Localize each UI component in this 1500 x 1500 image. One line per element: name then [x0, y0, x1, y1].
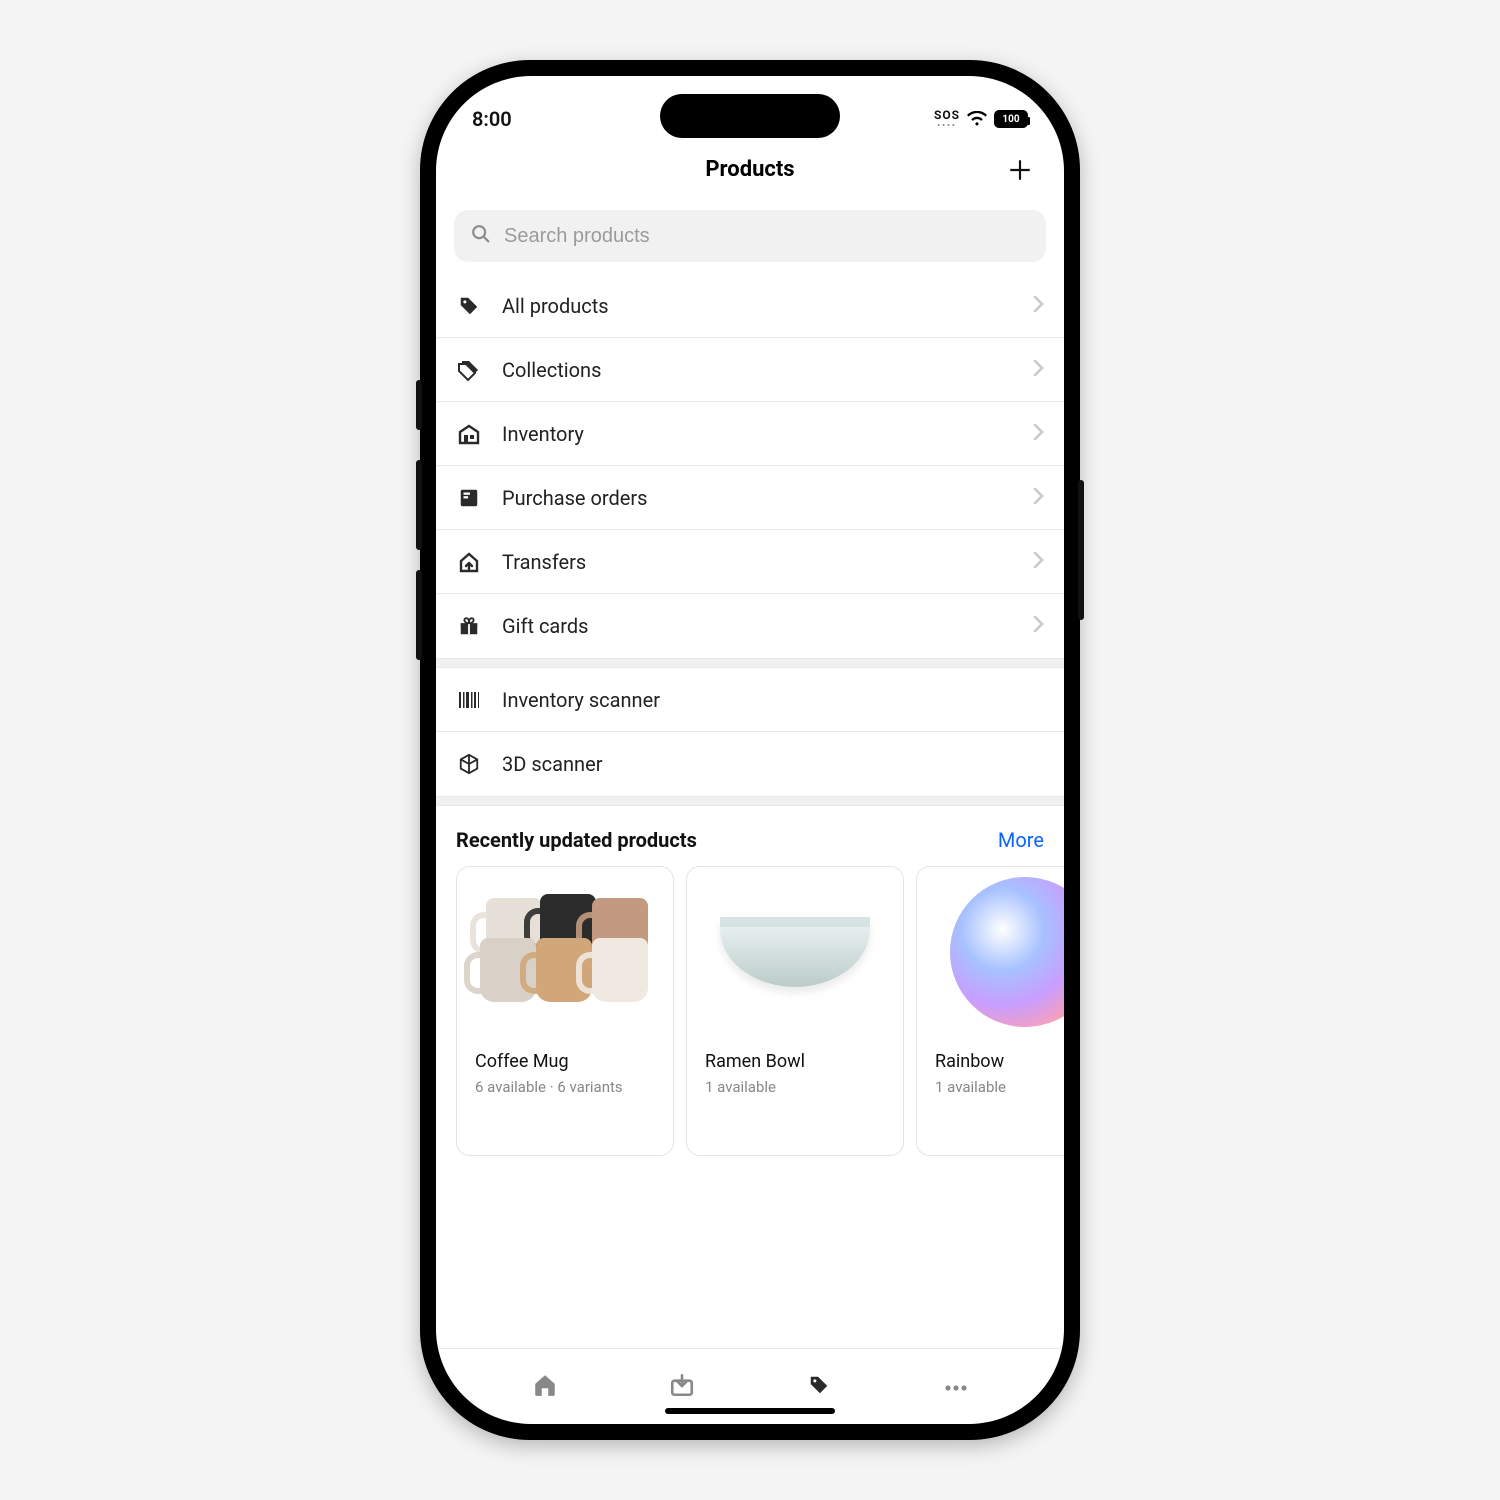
- gift-icon: [456, 613, 482, 639]
- menu-item-inventory[interactable]: Inventory: [436, 402, 1064, 466]
- home-icon: [532, 1372, 558, 1402]
- barcode-icon: [456, 687, 482, 713]
- menu-item-gift-cards[interactable]: Gift cards: [436, 594, 1064, 658]
- menu-item-label: Transfers: [502, 550, 1012, 574]
- chevron-right-icon: [1032, 615, 1044, 637]
- tab-inbox[interactable]: [665, 1370, 699, 1404]
- tags-stack-icon: [456, 357, 482, 383]
- menu-item-purchase-orders[interactable]: Purchase orders: [436, 466, 1064, 530]
- battery-icon: 100: [994, 110, 1028, 128]
- product-name: Ramen Bowl: [705, 1051, 885, 1072]
- menu-item-label: Inventory scanner: [502, 688, 1024, 712]
- menu-item-label: Gift cards: [502, 614, 1012, 638]
- group-gap: [436, 796, 1064, 806]
- wifi-icon: [966, 111, 988, 127]
- tab-products[interactable]: [802, 1370, 836, 1404]
- product-card[interactable]: Rainbow 1 available: [916, 866, 1064, 1156]
- screen: 8:00 SOS •••• 100 Products: [436, 76, 1064, 1424]
- recent-cards[interactable]: Coffee Mug 6 available · 6 variants Ramen …: [436, 858, 1064, 1166]
- search-bar[interactable]: [454, 210, 1046, 262]
- dynamic-island: [660, 94, 840, 138]
- menu-item-transfers[interactable]: Transfers: [436, 530, 1064, 594]
- file-box-icon: [456, 485, 482, 511]
- recent-more-button[interactable]: More: [998, 828, 1044, 852]
- house-arrow-icon: [456, 549, 482, 575]
- product-name: Rainbow: [935, 1051, 1064, 1072]
- cube-icon: [456, 751, 482, 777]
- status-time: 8:00: [472, 107, 512, 131]
- menu-item-label: Collections: [502, 358, 1012, 382]
- menu-item-inventory-scanner[interactable]: Inventory scanner: [436, 668, 1064, 732]
- tab-home[interactable]: [528, 1370, 562, 1404]
- product-thumbnail: [917, 867, 1064, 1037]
- search-icon: [470, 223, 492, 249]
- status-sos: SOS ••••: [934, 108, 960, 130]
- tag-icon: [456, 293, 482, 319]
- menu-group-1: All products Collections Inventory Purchase…: [436, 274, 1064, 658]
- product-meta: 6 available · 6 variants: [475, 1078, 655, 1096]
- product-name: Coffee Mug: [475, 1051, 655, 1072]
- phone-frame: 8:00 SOS •••• 100 Products: [420, 60, 1080, 1440]
- search-input[interactable]: [502, 224, 1030, 249]
- tag-icon: [808, 1374, 830, 1400]
- inbox-icon: [669, 1372, 695, 1402]
- menu-item-label: All products: [502, 294, 1012, 318]
- chevron-right-icon: [1032, 423, 1044, 445]
- more-icon: [943, 1377, 969, 1396]
- page-title: Products: [705, 157, 794, 182]
- product-meta: 1 available: [705, 1078, 885, 1096]
- warehouse-icon: [456, 421, 482, 447]
- menu-item-label: 3D scanner: [502, 752, 1024, 776]
- add-button[interactable]: [1004, 154, 1036, 186]
- product-meta: 1 available: [935, 1078, 1064, 1096]
- plus-icon: [1007, 157, 1033, 183]
- tab-more[interactable]: [939, 1370, 973, 1404]
- chevron-right-icon: [1032, 295, 1044, 317]
- menu-group-2: Inventory scanner 3D scanner: [436, 668, 1064, 796]
- product-card[interactable]: Ramen Bowl 1 available: [686, 866, 904, 1156]
- product-thumbnail: [687, 867, 903, 1037]
- product-card[interactable]: Coffee Mug 6 available · 6 variants: [456, 866, 674, 1156]
- menu-item-all-products[interactable]: All products: [436, 274, 1064, 338]
- product-thumbnail: [457, 867, 673, 1037]
- recent-title: Recently updated products: [456, 828, 697, 852]
- menu-item-label: Purchase orders: [502, 486, 1012, 510]
- menu-item-label: Inventory: [502, 422, 1012, 446]
- chevron-right-icon: [1032, 359, 1044, 381]
- menu-item-collections[interactable]: Collections: [436, 338, 1064, 402]
- chevron-right-icon: [1032, 551, 1044, 573]
- recent-header: Recently updated products More: [436, 806, 1064, 858]
- chevron-right-icon: [1032, 487, 1044, 509]
- home-indicator: [665, 1408, 835, 1414]
- app-header: Products: [436, 140, 1064, 200]
- group-gap: [436, 658, 1064, 668]
- menu-item-3d-scanner[interactable]: 3D scanner: [436, 732, 1064, 796]
